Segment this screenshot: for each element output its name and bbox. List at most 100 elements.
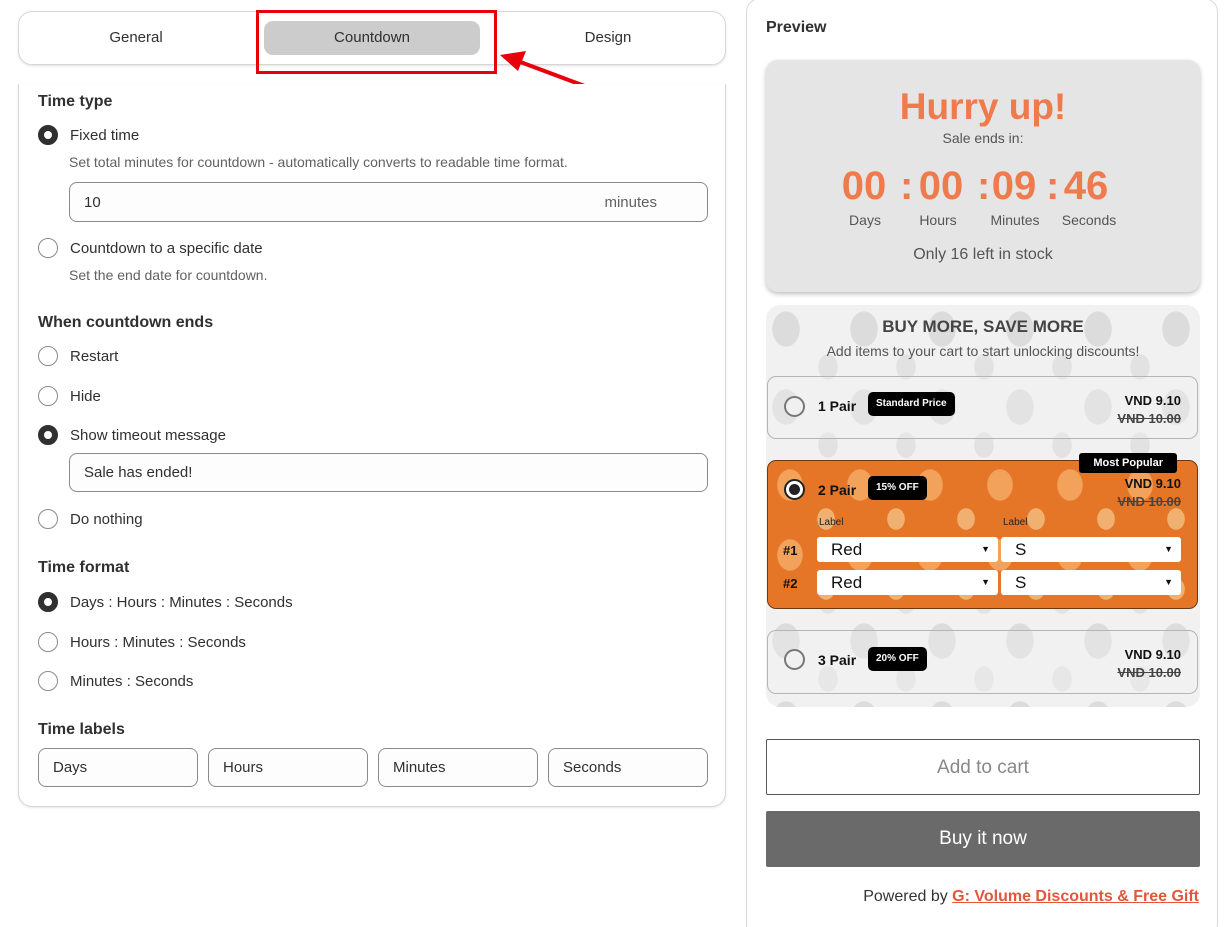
radio-format-dhms-label: Days : Hours : Minutes : Seconds xyxy=(70,593,293,611)
radio-unchecked-icon[interactable] xyxy=(38,238,58,258)
time-type-heading: Time type xyxy=(38,93,113,110)
radio-format-hms-label: Hours : Minutes : Seconds xyxy=(70,633,246,651)
preview-title: Preview xyxy=(766,19,827,36)
timer-label-minutes: Minutes xyxy=(990,212,1040,228)
timer-headline: Hurry up! xyxy=(899,86,1067,127)
option-radio-icon[interactable] xyxy=(784,396,805,417)
label-days-input[interactable]: Days xyxy=(38,748,198,787)
variant-2-color-select[interactable]: Red ▼ xyxy=(817,570,998,595)
powered-by-prefix: Powered by xyxy=(863,888,953,905)
timeout-message-value: Sale has ended! xyxy=(84,464,193,481)
bundle-subtitle: Add items to your cart to start unlockin… xyxy=(826,343,1140,359)
bundle-option-1[interactable]: 1 Pair Standard Price VND 9.10 VND 10.00 xyxy=(767,376,1198,439)
caret-down-icon: ▼ xyxy=(981,544,990,554)
fixed-time-help: Set total minutes for countdown - automa… xyxy=(69,154,568,170)
option-badge: 20% OFF xyxy=(868,647,927,671)
select-value: Red xyxy=(831,573,863,592)
select-value: S xyxy=(1015,573,1027,592)
timer-label-seconds: Seconds xyxy=(1061,212,1117,228)
powered-by-text: Powered by G: Volume Discounts & Free Gi… xyxy=(863,888,1199,906)
radio-hide-label: Hide xyxy=(70,387,101,405)
timer-label-hours: Hours xyxy=(919,212,957,228)
variant-size-label: Label xyxy=(1003,517,1028,528)
variant-number: #1 xyxy=(783,543,798,558)
radio-hide[interactable]: Hide xyxy=(38,386,101,406)
time-labels-heading: Time labels xyxy=(38,721,125,738)
annotation-highlight-box xyxy=(256,10,497,74)
minutes-suffix: minutes xyxy=(604,193,657,211)
label-seconds-input[interactable]: Seconds xyxy=(548,748,708,787)
variant-color-label: Label xyxy=(819,517,844,528)
most-popular-badge: Most Popular xyxy=(1079,453,1177,473)
option-radio-selected-icon[interactable] xyxy=(784,479,805,500)
label-hours-value: Hours xyxy=(223,759,264,776)
option-badge: Standard Price xyxy=(868,392,955,416)
preview-panel: Preview Hurry up! Sale ends in: 00 : 00 … xyxy=(746,0,1218,927)
option-compare-price: VND 10.00 xyxy=(1117,494,1181,509)
radio-restart-label: Restart xyxy=(70,347,119,365)
radio-format-ms-label: Minutes : Seconds xyxy=(70,672,194,690)
radio-checked-icon[interactable] xyxy=(38,425,58,445)
minutes-input-value: 10 xyxy=(84,193,101,211)
option-compare-price: VND 10.00 xyxy=(1117,411,1181,426)
radio-format-dhms[interactable]: Days : Hours : Minutes : Seconds xyxy=(38,592,293,612)
countdown-timer-card: Hurry up! Sale ends in: 00 : 00 : 09 : 4… xyxy=(766,60,1200,292)
radio-unchecked-icon[interactable] xyxy=(38,632,58,652)
radio-do-nothing-label: Do nothing xyxy=(70,510,143,528)
bundle-option-2[interactable]: Most Popular 2 Pair 15% OFF VND 9.10 VND… xyxy=(767,453,1198,609)
radio-format-ms[interactable]: Minutes : Seconds xyxy=(38,671,193,691)
radio-unchecked-icon[interactable] xyxy=(38,509,58,529)
radio-unchecked-icon[interactable] xyxy=(38,386,58,406)
radio-unchecked-icon[interactable] xyxy=(38,346,58,366)
label-minutes-value: Minutes xyxy=(393,759,446,776)
caret-down-icon: ▼ xyxy=(1164,544,1173,554)
option-price: VND 9.10 xyxy=(1124,647,1181,662)
variant-2-size-select[interactable]: S ▼ xyxy=(1001,570,1181,595)
app-link[interactable]: G: Volume Discounts & Free Gift xyxy=(952,888,1199,905)
radio-fixed-time-label: Fixed time xyxy=(70,126,140,144)
buy-it-now-button[interactable]: Buy it now xyxy=(766,811,1200,867)
option-radio-icon[interactable] xyxy=(784,649,805,670)
variant-number: #2 xyxy=(783,576,798,591)
time-format-heading: Time format xyxy=(38,559,130,576)
radio-specific-date-label: Countdown to a specific date xyxy=(70,239,263,257)
radio-format-hms[interactable]: Hours : Minutes : Seconds xyxy=(38,632,246,652)
timer-seconds: 46 xyxy=(1063,164,1109,208)
timer-subtext: Sale ends in: xyxy=(942,130,1024,146)
option-badge: 15% OFF xyxy=(868,476,927,500)
option-price: VND 9.10 xyxy=(1124,476,1181,491)
stock-text: Only 16 left in stock xyxy=(913,246,1053,263)
tab-design[interactable]: Design xyxy=(500,21,716,55)
radio-specific-date[interactable]: Countdown to a specific date xyxy=(38,238,263,258)
bundle-title: BUY MORE, SAVE MORE xyxy=(882,317,1084,336)
variant-1-size-select[interactable]: S ▼ xyxy=(1001,537,1181,562)
radio-unchecked-icon[interactable] xyxy=(38,671,58,691)
timer-minutes: 09 xyxy=(991,164,1037,208)
radio-restart[interactable]: Restart xyxy=(38,346,118,366)
bundle-offer-block: BUY MORE, SAVE MORE Add items to your ca… xyxy=(766,305,1200,707)
timer-hours: 00 xyxy=(918,164,964,208)
radio-show-message-label: Show timeout message xyxy=(70,426,226,444)
radio-checked-icon[interactable] xyxy=(38,592,58,612)
label-minutes-input[interactable]: Minutes xyxy=(378,748,538,787)
timer-days: 00 xyxy=(841,164,887,208)
add-to-cart-button[interactable]: Add to cart xyxy=(766,739,1200,795)
label-days-value: Days xyxy=(53,759,88,776)
radio-fixed-time[interactable]: Fixed time xyxy=(38,125,139,145)
variant-1-color-select[interactable]: Red ▼ xyxy=(817,537,998,562)
option-name: 3 Pair xyxy=(818,652,857,668)
select-value: Red xyxy=(831,540,863,559)
radio-do-nothing[interactable]: Do nothing xyxy=(38,509,143,529)
countdown-settings-card: Time type Fixed time Set total minutes f… xyxy=(18,84,726,807)
minutes-input[interactable]: 10 minutes xyxy=(69,182,708,222)
option-name: 2 Pair xyxy=(818,482,857,498)
option-name: 1 Pair xyxy=(818,398,857,414)
timeout-message-input[interactable]: Sale has ended! xyxy=(69,453,708,492)
radio-checked-icon[interactable] xyxy=(38,125,58,145)
label-hours-input[interactable]: Hours xyxy=(208,748,368,787)
bundle-option-3[interactable]: 3 Pair 20% OFF VND 9.10 VND 10.00 xyxy=(767,630,1198,694)
tab-general[interactable]: General xyxy=(28,21,244,55)
radio-show-timeout-message[interactable]: Show timeout message xyxy=(38,425,226,445)
timer-label-days: Days xyxy=(849,212,881,228)
specific-date-help: Set the end date for countdown. xyxy=(69,267,268,283)
